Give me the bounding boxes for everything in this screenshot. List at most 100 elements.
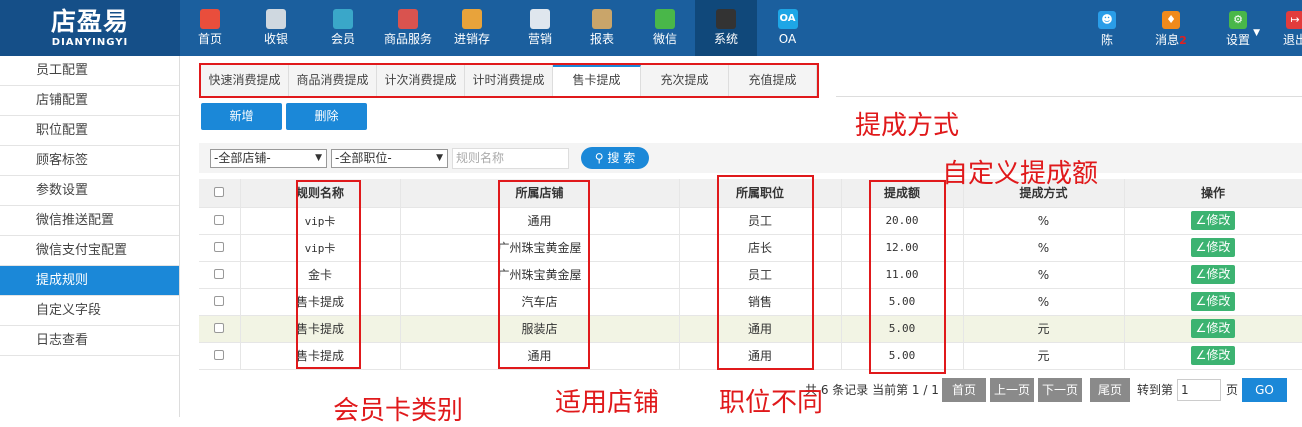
nav-item-label: 首页: [197, 32, 222, 46]
edit-button[interactable]: ∠修改: [1191, 319, 1235, 338]
sidebar-item-5[interactable]: 微信推送配置: [0, 206, 179, 236]
rule-name-input[interactable]: 规则名称: [452, 148, 569, 169]
tab-divider: [836, 96, 1302, 97]
nav-item-3[interactable]: 商品服务: [373, 0, 443, 56]
tab-0[interactable]: 快速消费提成: [201, 65, 289, 96]
header-store[interactable]: 所属店铺: [400, 179, 680, 208]
prev-page-button[interactable]: 上一页: [990, 378, 1034, 402]
position-select[interactable]: -全部职位- ▼: [331, 149, 448, 168]
table-row[interactable]: 售卡提成 服装店 通用 5.00 元 ∠修改: [199, 315, 1302, 343]
sidebar-item-2[interactable]: 职位配置: [0, 116, 179, 146]
row-checkbox[interactable]: [214, 241, 225, 252]
sidebar-item-4[interactable]: 参数设置: [0, 176, 179, 206]
nav-item-0[interactable]: 首页: [180, 0, 240, 56]
row-select-cell[interactable]: [199, 315, 241, 343]
nav-item-4[interactable]: 进销存: [442, 0, 502, 56]
row-checkbox[interactable]: [214, 322, 225, 333]
next-page-button[interactable]: 下一页: [1038, 378, 1082, 402]
row-select-cell[interactable]: [199, 261, 241, 289]
bell-icon: ♦: [1162, 11, 1180, 29]
edit-button[interactable]: ∠修改: [1191, 292, 1235, 311]
table-row[interactable]: 售卡提成 汽车店 销售 5.00% ∠修改: [199, 288, 1302, 316]
tab-4[interactable]: 售卡提成: [553, 65, 641, 96]
goods-icon: [398, 9, 418, 29]
row-checkbox[interactable]: [214, 268, 225, 279]
table-row[interactable]: 售卡提成 通用 通用 5.00 元 ∠修改: [199, 342, 1302, 370]
annotation-commission-method: 提成方式: [855, 111, 960, 141]
tab-6[interactable]: 充值提成: [729, 65, 817, 96]
tab-5[interactable]: 充次提成: [641, 65, 729, 96]
nav-item-1[interactable]: 收银: [246, 0, 306, 56]
logo[interactable]: 店盈易 DIANYINGYI: [0, 0, 180, 56]
nav-item-5[interactable]: 营销: [510, 0, 570, 56]
edit-button[interactable]: ∠修改: [1191, 211, 1235, 230]
cell-actions: ∠修改: [1124, 315, 1302, 343]
go-button[interactable]: GO: [1242, 378, 1287, 402]
nav-item-label: 进销存: [453, 32, 490, 46]
cell-amount: 5.00: [841, 315, 964, 343]
tab-3[interactable]: 计时消费提成: [465, 65, 553, 96]
nav-item-2[interactable]: 会员: [313, 0, 373, 56]
logout-button[interactable]: ↦ 退出: [1280, 0, 1302, 56]
tab-1[interactable]: 商品消费提成: [289, 65, 377, 96]
first-page-button[interactable]: 首页: [942, 378, 986, 402]
sidebar-item-9[interactable]: 日志查看: [0, 326, 179, 356]
dropdown-arrow-icon: ▼: [315, 153, 322, 163]
row-select-cell[interactable]: [199, 234, 241, 262]
table-row[interactable]: 金卡 广州珠宝黄金屋 员工 11.00% ∠修改: [199, 261, 1302, 289]
cell-rule-name: vip卡: [240, 234, 401, 262]
tab-2[interactable]: 计次消费提成: [377, 65, 465, 96]
select-all-cell[interactable]: [199, 179, 241, 208]
row-select-cell[interactable]: [199, 288, 241, 316]
cell-actions: ∠修改: [1124, 288, 1302, 316]
search-button[interactable]: ⚲ 搜 索: [581, 147, 649, 169]
table-row[interactable]: vip卡 广州珠宝黄金屋 店长 12.00% ∠修改: [199, 234, 1302, 262]
row-select-cell[interactable]: [199, 207, 241, 235]
sidebar-item-6[interactable]: 微信支付宝配置: [0, 236, 179, 266]
cell-method: %: [963, 261, 1125, 289]
edit-label: 修改: [1206, 213, 1231, 227]
pager-summary: 共 6 条记录 当前第 1 / 1: [805, 383, 939, 397]
cell-amount: 20.00: [841, 207, 964, 235]
cell-method: %: [963, 288, 1125, 316]
sidebar-item-0[interactable]: 员工配置: [0, 56, 179, 86]
nav-item-8[interactable]: 系统: [695, 0, 757, 56]
cell-method: %: [963, 207, 1125, 235]
edit-label: 修改: [1206, 348, 1231, 362]
annotation-position-differs: 职位不同: [719, 388, 824, 418]
page-unit-label: 页: [1226, 383, 1239, 397]
goto-page-input[interactable]: 1: [1177, 379, 1221, 401]
user-icon: ☻: [1098, 11, 1116, 29]
nav-item-label: 系统: [713, 32, 738, 46]
edit-button[interactable]: ∠修改: [1191, 238, 1235, 257]
nav-item-9[interactable]: OA OA: [765, 0, 810, 56]
sidebar-item-1[interactable]: 店铺配置: [0, 86, 179, 116]
select-all-checkbox[interactable]: [214, 186, 225, 197]
row-checkbox[interactable]: [214, 295, 225, 306]
sidebar-item-8[interactable]: 自定义字段: [0, 296, 179, 326]
table-row[interactable]: vip卡 通用 员工 20.00% ∠修改: [199, 207, 1302, 235]
header-rule-name[interactable]: 规则名称: [240, 179, 401, 208]
add-button[interactable]: 新增: [201, 103, 282, 130]
row-checkbox[interactable]: [214, 214, 225, 225]
edit-button[interactable]: ∠修改: [1191, 265, 1235, 284]
edit-button[interactable]: ∠修改: [1191, 346, 1235, 365]
nav-item-6[interactable]: 报表: [572, 0, 632, 56]
header-position[interactable]: 所属职位: [679, 179, 842, 208]
monitor-icon: [716, 9, 736, 29]
store-select[interactable]: -全部店铺- ▼: [210, 149, 327, 168]
settings-menu[interactable]: ⚙ 设置 ▼: [1218, 0, 1260, 56]
sidebar-item-3[interactable]: 顾客标签: [0, 146, 179, 176]
sidebar-item-7[interactable]: 提成规则: [0, 266, 179, 296]
cell-position: 销售: [679, 288, 842, 316]
delete-button[interactable]: 删除: [286, 103, 367, 130]
messages-menu[interactable]: ♦ 消息2: [1150, 0, 1192, 56]
position-select-value: -全部职位-: [335, 151, 392, 165]
header-actions: 操作: [1124, 179, 1302, 208]
row-checkbox[interactable]: [214, 349, 225, 360]
nav-item-7[interactable]: 微信: [635, 0, 695, 56]
last-page-button[interactable]: 尾页: [1090, 378, 1130, 402]
row-select-cell[interactable]: [199, 342, 241, 370]
user-menu[interactable]: ☻ 陈: [1092, 0, 1122, 56]
cell-amount: 5.00: [841, 342, 964, 370]
